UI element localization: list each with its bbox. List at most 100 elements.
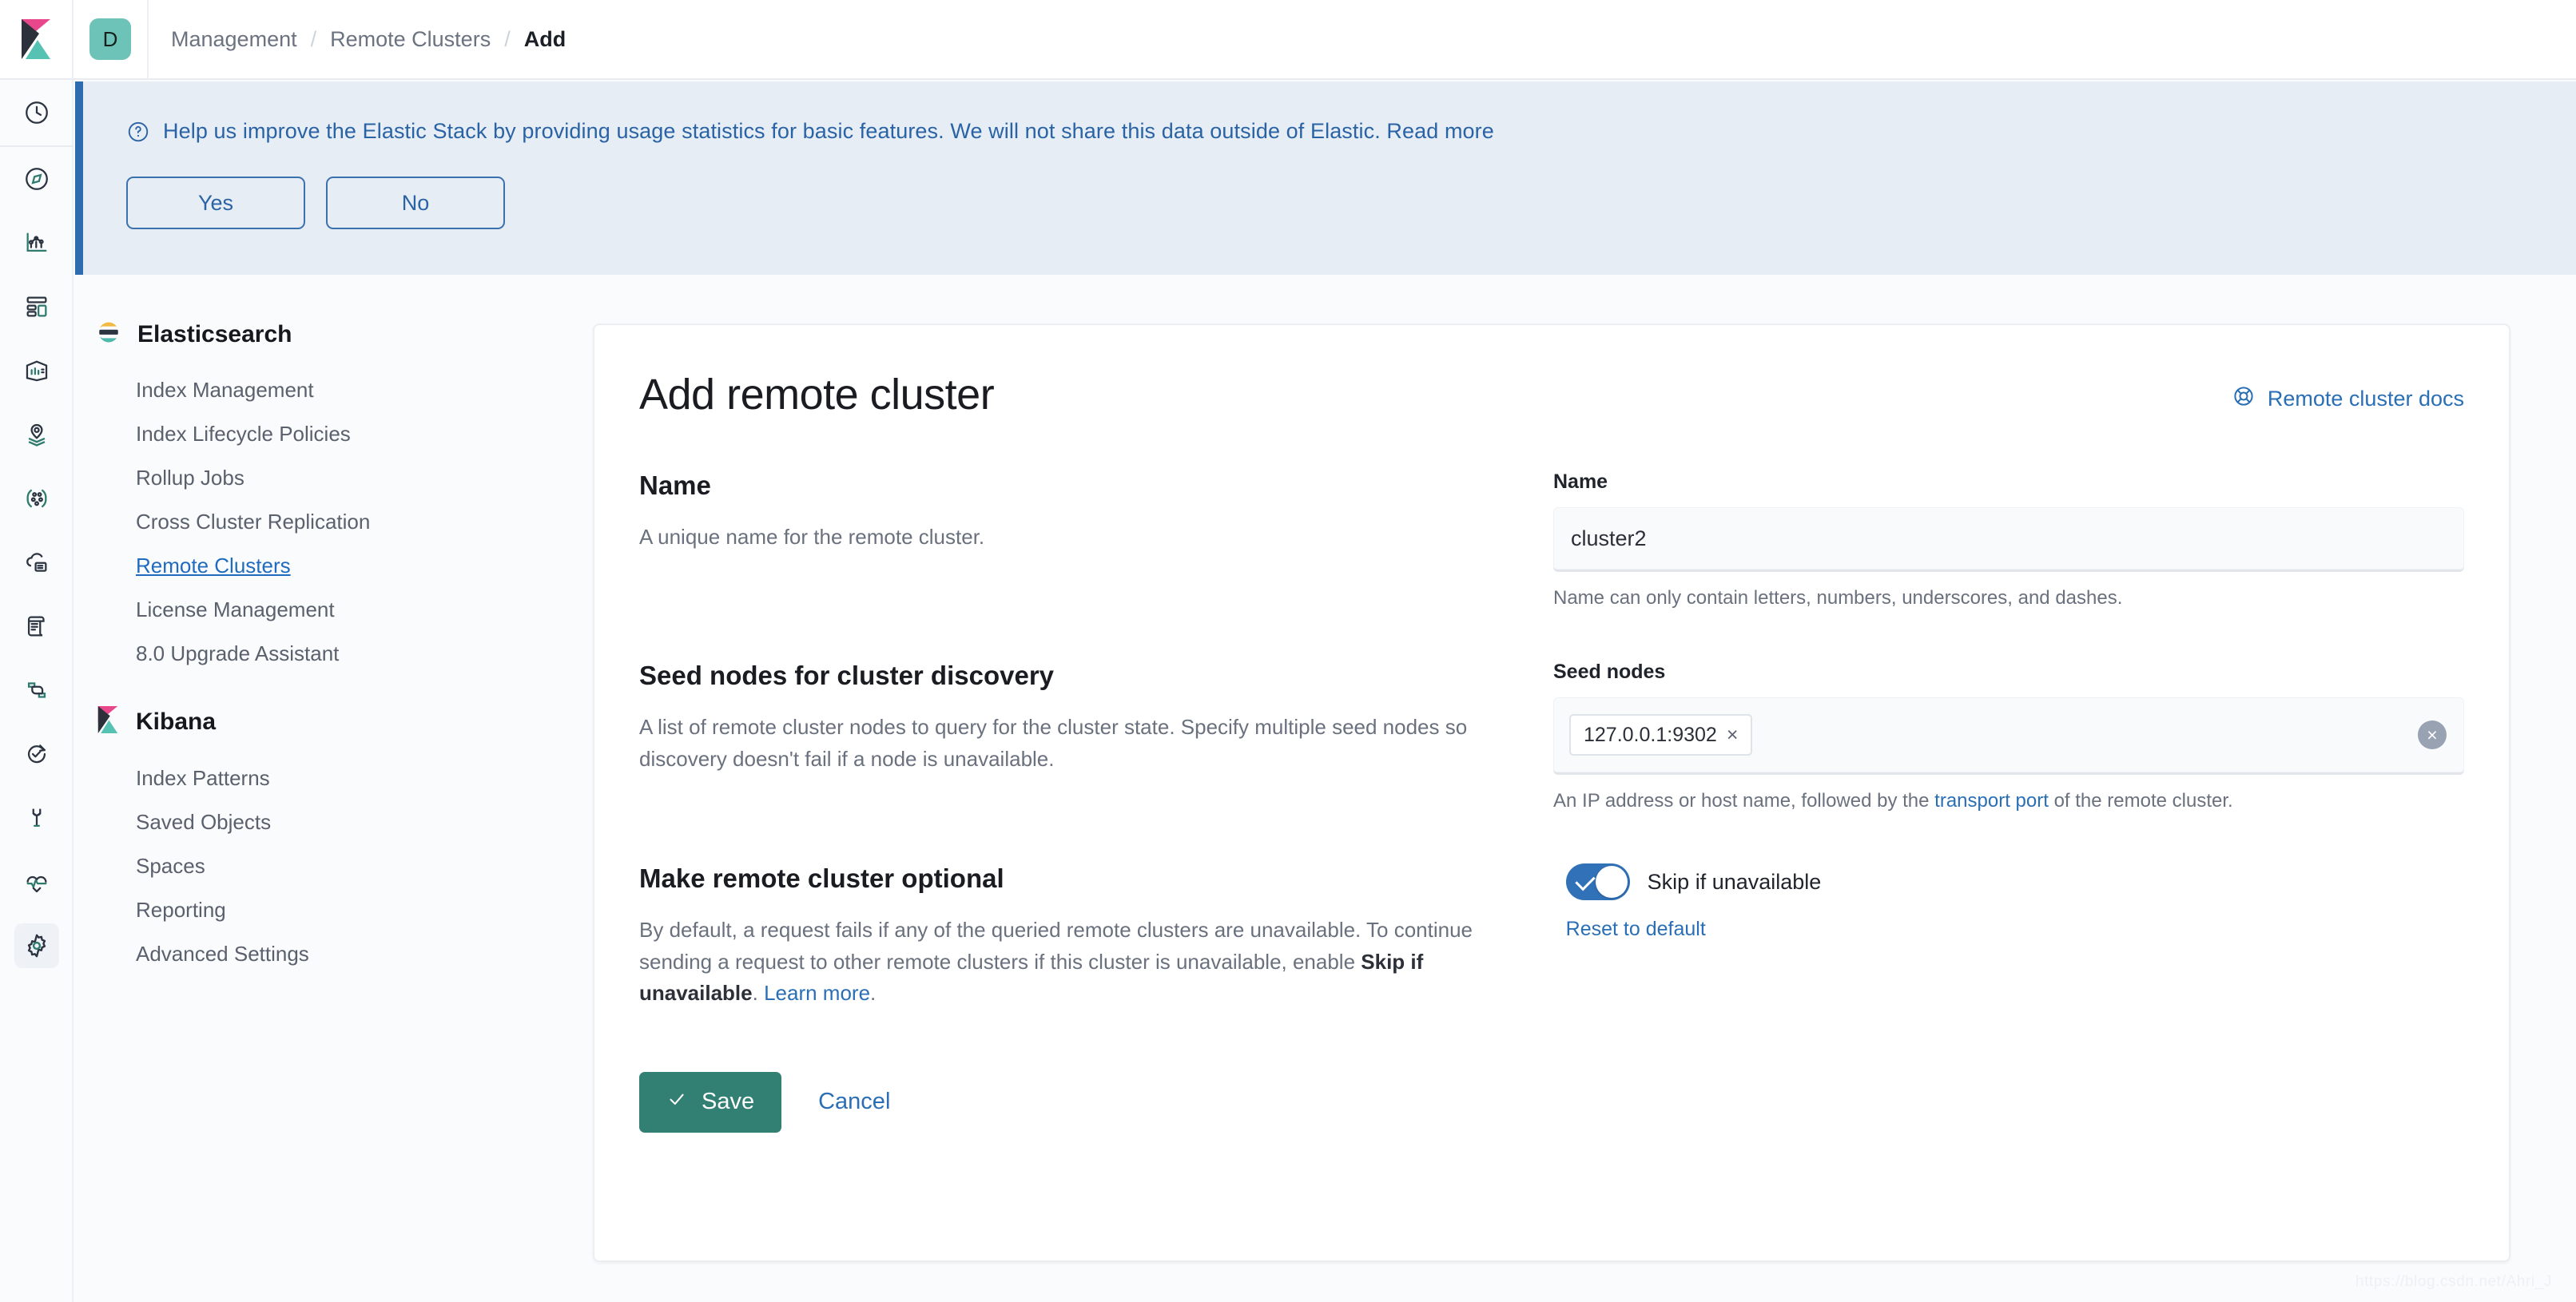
section-make-optional: Make remote cluster optional By default,… [594, 863, 2509, 1010]
seed-node-pill[interactable]: 127.0.0.1:9302 × [1569, 714, 1753, 756]
space-avatar: D [89, 18, 131, 60]
space-switcher[interactable]: D [74, 0, 149, 79]
canvas-icon [23, 357, 50, 384]
sidenav-item-advanced-settings[interactable]: Advanced Settings [96, 932, 575, 976]
sidenav-item-license-management[interactable]: License Management [96, 588, 575, 632]
graph-nodes-icon [23, 485, 50, 512]
rail-item-dashboard[interactable] [0, 275, 74, 339]
check-icon [1574, 870, 1596, 891]
check-icon [666, 1089, 687, 1116]
rail-item-canvas[interactable] [0, 339, 74, 403]
uptime-check-icon [23, 740, 50, 768]
sidenav-item-saved-objects[interactable]: Saved Objects [96, 800, 575, 844]
cloud-server-icon [23, 549, 50, 576]
breadcrumb-separator: / [504, 26, 511, 51]
seed-help-text-after: of the remote cluster. [2048, 790, 2233, 812]
rail-item-infrastructure[interactable] [0, 530, 74, 594]
rail-item-dev-tools[interactable] [0, 786, 74, 850]
seed-nodes-help-text: An IP address or host name, followed by … [1553, 790, 2464, 812]
breadcrumb-item-remote-clusters[interactable]: Remote Clusters [330, 27, 491, 52]
seed-nodes-combobox[interactable]: 127.0.0.1:9302 × × [1553, 697, 2464, 774]
sidenav-item-upgrade-assistant[interactable]: 8.0 Upgrade Assistant [96, 632, 575, 676]
map-marker-layers-icon [23, 421, 50, 448]
heartbeat-icon [23, 868, 50, 895]
breadcrumb: Management / Remote Clusters / Add [149, 27, 566, 52]
page-title: Add remote cluster [639, 371, 995, 419]
scroll-document-icon [23, 613, 50, 640]
bar-chart-icon [23, 229, 50, 256]
life-ring-help-icon [2232, 384, 2256, 414]
skip-if-unavailable-toggle[interactable] [1565, 863, 1630, 900]
sidenav-item-cross-cluster-replication[interactable]: Cross Cluster Replication [96, 500, 575, 544]
optional-desc-part1: By default, a request fails if any of th… [639, 918, 1473, 974]
remove-seed-node-icon[interactable]: × [1727, 724, 1739, 745]
question-circle-icon [126, 120, 150, 148]
save-button-label: Save [702, 1089, 755, 1115]
sidenav-item-index-patterns[interactable]: Index Patterns [96, 756, 575, 800]
name-field-label: Name [1553, 470, 1608, 493]
section-optional-title: Make remote cluster optional [639, 863, 1004, 893]
sidenav-item-rollup-jobs[interactable]: Rollup Jobs [96, 456, 575, 500]
rail-item-visualize[interactable] [0, 211, 74, 275]
watermark: https://blog.csdn.net/Ahri_J [2355, 1273, 2552, 1290]
sidenav-item-index-management[interactable]: Index Management [96, 368, 575, 412]
rail-item-monitoring[interactable] [0, 850, 74, 914]
rail-item-recently-viewed[interactable] [0, 80, 74, 147]
transport-port-link[interactable]: transport port [1934, 790, 2049, 812]
section-seed-nodes: Seed nodes for cluster discovery A list … [594, 661, 2509, 812]
breadcrumb-item-add[interactable]: Add [524, 27, 566, 52]
seed-nodes-field-label: Seed nodes [1553, 661, 1666, 683]
sidenav-item-reporting[interactable]: Reporting [96, 888, 575, 932]
telemetry-yes-button[interactable]: Yes [126, 177, 305, 229]
learn-more-link[interactable]: Learn more [764, 981, 870, 1005]
remote-cluster-docs-label: Remote cluster docs [2267, 387, 2464, 411]
sidenav-item-remote-clusters[interactable]: Remote Clusters [96, 544, 575, 588]
seed-help-text-before: An IP address or host name, followed by … [1553, 790, 1935, 812]
save-button[interactable]: Save [639, 1071, 782, 1133]
add-remote-cluster-panel: Add remote cluster Remote cluster docs N… [593, 324, 2510, 1262]
rail-item-graph[interactable] [0, 466, 74, 530]
skip-if-unavailable-label: Skip if unavailable [1647, 869, 1822, 894]
section-optional-description: By default, a request fails if any of th… [639, 915, 1518, 1010]
top-bar: D Management / Remote Clusters / Add [0, 0, 2576, 80]
section-name-title: Name [639, 470, 711, 500]
sidenav-group-elasticsearch: Elasticsearch [96, 320, 575, 349]
sidenav-group-title: Elasticsearch [137, 320, 292, 347]
clear-seed-nodes-icon[interactable]: × [2418, 720, 2447, 749]
kibana-logo-icon [96, 706, 120, 737]
rail-item-logs[interactable] [0, 594, 74, 658]
optional-desc-part3: . [870, 981, 877, 1006]
breadcrumb-separator: / [310, 26, 317, 51]
sidenav-group-title: Kibana [136, 708, 217, 735]
toggle-knob [1595, 866, 1628, 898]
gear-icon [22, 931, 51, 960]
kibana-home-button[interactable] [0, 0, 74, 79]
telemetry-no-button[interactable]: No [326, 177, 505, 229]
clock-icon [23, 99, 50, 126]
rail-item-discover[interactable] [0, 147, 74, 211]
reset-to-default-link[interactable]: Reset to default [1566, 918, 2464, 941]
name-input[interactable] [1553, 507, 2464, 571]
cancel-button[interactable]: Cancel [818, 1089, 890, 1115]
name-help-text: Name can only contain letters, numbers, … [1553, 587, 2123, 609]
telemetry-banner: Help us improve the Elastic Stack by pro… [75, 81, 2576, 275]
sidenav-group-kibana: Kibana [96, 706, 575, 737]
sidenav-item-index-lifecycle-policies[interactable]: Index Lifecycle Policies [96, 412, 575, 456]
rail-item-management[interactable] [0, 914, 74, 978]
apm-layers-icon [23, 677, 50, 704]
rail-item-maps[interactable] [0, 403, 74, 466]
section-seed-nodes-description: A list of remote cluster nodes to query … [639, 715, 1468, 771]
telemetry-banner-message: Help us improve the Elastic Stack by pro… [163, 119, 1494, 143]
rail-item-apm[interactable] [0, 658, 74, 722]
compass-icon [23, 165, 50, 193]
management-sidenav: Elasticsearch Index Management Index Lif… [96, 320, 575, 976]
optional-desc-part2: . [752, 981, 765, 1006]
seed-node-pill-label: 127.0.0.1:9302 [1584, 723, 1717, 746]
wrench-icon [23, 804, 50, 832]
rail-item-uptime[interactable] [0, 722, 74, 786]
kibana-logo-icon [18, 19, 54, 59]
sidenav-item-spaces[interactable]: Spaces [96, 844, 575, 888]
remote-cluster-docs-link[interactable]: Remote cluster docs [2232, 384, 2464, 414]
section-seed-nodes-title: Seed nodes for cluster discovery [639, 661, 1055, 690]
breadcrumb-item-management[interactable]: Management [171, 27, 297, 52]
